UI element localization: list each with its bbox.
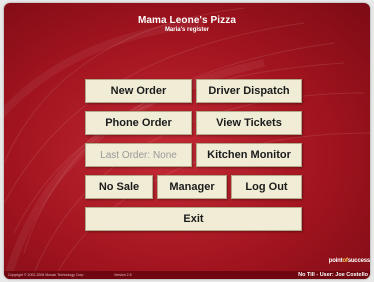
copyright-text: Copyright © 2002-2005 Mosaic Technology … [8, 273, 84, 277]
no-sale-button[interactable]: No Sale [85, 175, 153, 199]
last-order-button: Last Order: None [85, 143, 192, 167]
exit-button[interactable]: Exit [85, 207, 302, 231]
status-bar: Copyright © 2002-2005 Mosaic Technology … [4, 271, 370, 279]
driver-dispatch-button[interactable]: Driver Dispatch [196, 79, 302, 103]
manager-button[interactable]: Manager [157, 175, 227, 199]
log-out-button[interactable]: Log Out [231, 175, 302, 199]
new-order-button[interactable]: New Order [85, 79, 192, 103]
user-status-text: No Till - User: Joe Costello [298, 272, 368, 278]
register-window: Mama Leone's Pizza Maria's register New … [4, 3, 370, 279]
kitchen-monitor-button[interactable]: Kitchen Monitor [196, 143, 302, 167]
phone-order-button[interactable]: Phone Order [85, 111, 192, 135]
restaurant-name: Mama Leone's Pizza [137, 15, 237, 26]
register-name: Maria's register [164, 27, 210, 33]
background-swirl-decoration [4, 7, 370, 279]
view-tickets-button[interactable]: View Tickets [196, 111, 302, 135]
version-text: Version 2.5 [114, 273, 132, 277]
brand-logo: pointofsuccess [328, 258, 370, 264]
